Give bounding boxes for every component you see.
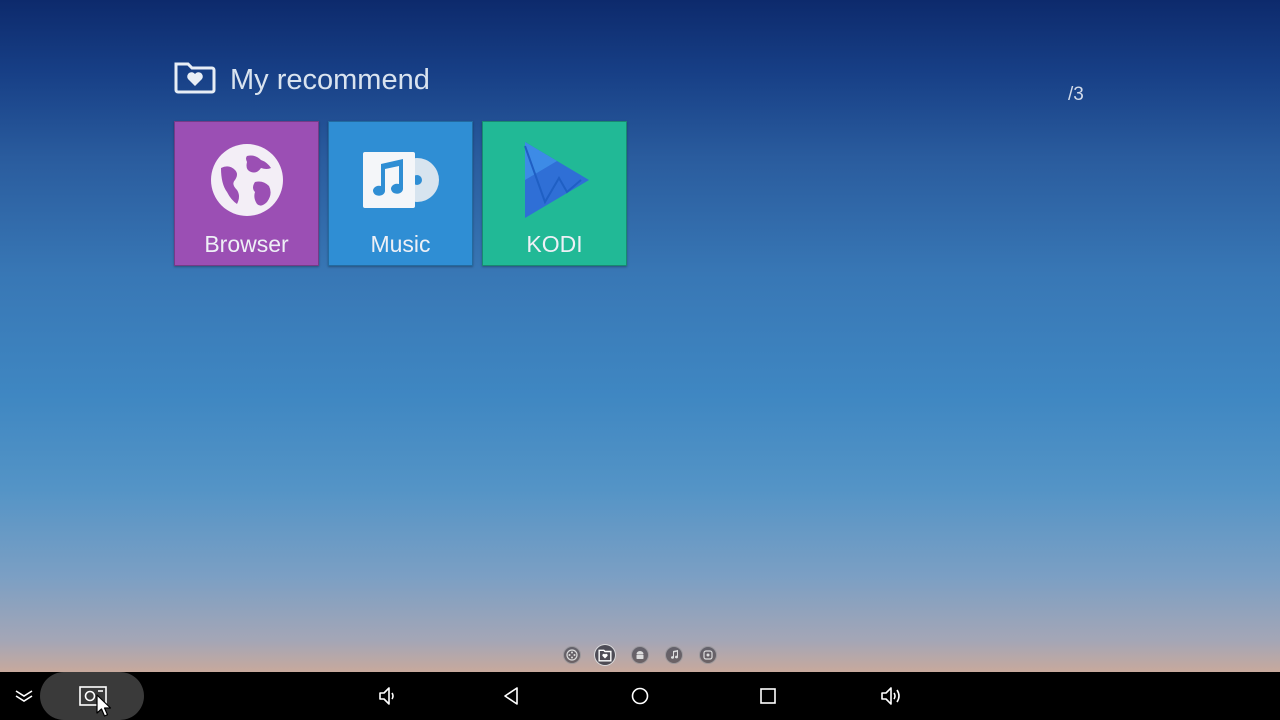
volume-up-icon xyxy=(881,687,900,705)
kodi-play-icon xyxy=(524,142,589,218)
page-dot-music[interactable] xyxy=(665,646,683,664)
folder-heart-icon xyxy=(174,62,216,94)
recents-icon xyxy=(760,688,776,704)
app-tile-kodi[interactable]: KODI xyxy=(482,121,627,266)
tile-label: Music xyxy=(370,231,431,257)
page-dot-recommend[interactable] xyxy=(594,644,616,666)
volume-up-button[interactable] xyxy=(868,672,916,720)
navigation-bar xyxy=(0,672,1280,720)
page-dot-settings[interactable] xyxy=(699,646,717,664)
app-tile-browser[interactable]: Browser xyxy=(174,121,319,266)
home-icon xyxy=(631,687,649,705)
settings-icon xyxy=(703,650,713,660)
home-screen: My recommend /3 Browser Music KODI xyxy=(0,0,1280,720)
music-note-icon xyxy=(671,650,679,659)
volume-down-icon xyxy=(379,687,394,705)
screenshot-button[interactable] xyxy=(40,672,144,720)
screenshot-icon xyxy=(79,686,107,706)
collapse-icon xyxy=(15,690,33,702)
section-title: My recommend xyxy=(230,64,430,96)
android-icon xyxy=(636,651,644,659)
page-indicator: /3 xyxy=(1068,84,1084,105)
page-dot-android[interactable] xyxy=(631,646,649,664)
back-button[interactable] xyxy=(488,672,536,720)
app-tile-music[interactable]: Music xyxy=(328,121,473,266)
home-button[interactable] xyxy=(616,672,664,720)
page-dots xyxy=(0,643,1280,667)
page-dot-film[interactable] xyxy=(563,646,581,664)
volume-down-button[interactable] xyxy=(364,672,412,720)
folder-heart-icon xyxy=(598,649,612,662)
music-disc-icon xyxy=(363,152,439,208)
tile-label: KODI xyxy=(526,231,583,257)
film-reel-icon xyxy=(566,649,578,661)
globe-icon xyxy=(211,144,283,216)
recents-button[interactable] xyxy=(744,672,792,720)
back-icon xyxy=(504,687,518,705)
tile-label: Browser xyxy=(204,231,289,257)
